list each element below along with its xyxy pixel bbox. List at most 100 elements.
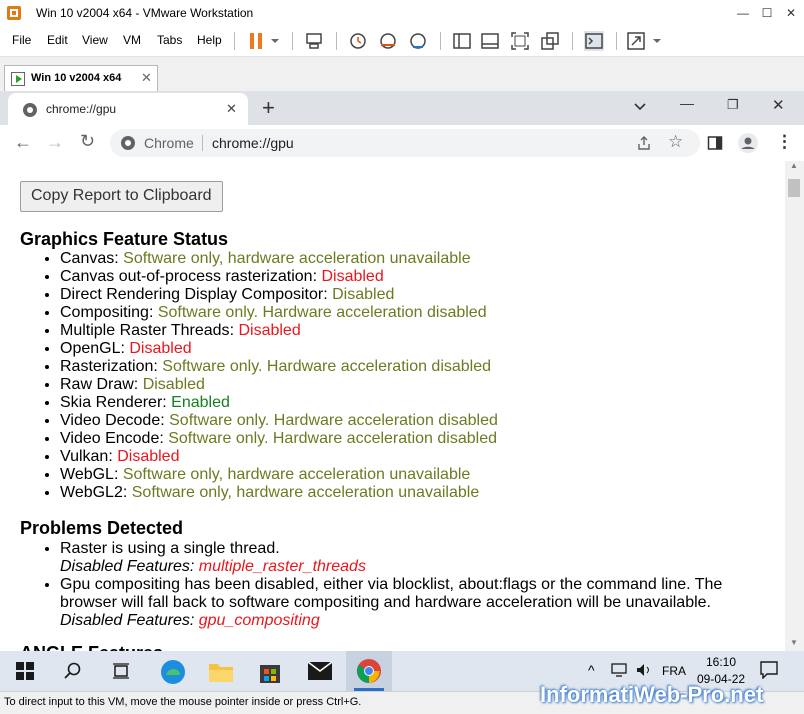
minimize-icon[interactable]: — (734, 4, 752, 22)
scrollbar-thumb[interactable] (788, 179, 800, 197)
file-explorer-icon[interactable] (208, 660, 234, 684)
page-content: Copy Report to Clipboard Graphics Featur… (0, 161, 785, 651)
feature-item: Raw Draw: Disabled (60, 376, 785, 394)
minimize-icon[interactable]: — (680, 95, 694, 111)
watermark-logo: InformatiWeb-Pro.net (540, 682, 764, 707)
disabled-feature-link[interactable]: multiple_raster_threads (199, 558, 366, 575)
console-view-icon[interactable] (584, 31, 604, 51)
feature-colon: : (108, 448, 118, 465)
send-ctrl-alt-del-icon[interactable] (304, 31, 324, 51)
notification-center-icon[interactable] (760, 661, 778, 679)
feature-name: Skia Renderer (60, 394, 163, 411)
snapshot-icon[interactable] (348, 31, 368, 51)
menu-edit[interactable]: Edit (47, 33, 68, 47)
feature-status: Software only. Hardware acceleration dis… (169, 412, 498, 429)
side-panel-icon[interactable] (707, 135, 723, 151)
feature-status: Disabled (142, 376, 205, 393)
show-hidden-icons-icon[interactable]: ^ (588, 662, 595, 678)
taskbar-chrome-active[interactable] (346, 651, 392, 691)
feature-status: Software only, hardware acceleration una… (123, 250, 471, 267)
profile-avatar-icon[interactable] (737, 132, 759, 154)
network-icon[interactable] (610, 663, 628, 677)
mail-icon[interactable] (307, 661, 333, 681)
page-scrollbar[interactable]: ▲ ▼ (785, 161, 804, 651)
close-tab-icon[interactable]: ✕ (141, 70, 152, 86)
vm-tab[interactable]: Win 10 v2004 x64 ✕ (4, 65, 158, 92)
pause-icon[interactable] (246, 31, 266, 51)
windows-start-icon[interactable] (16, 662, 34, 680)
toolbar-separator (616, 32, 617, 50)
feature-item: Rasterization: Software only. Hardware a… (60, 358, 785, 376)
share-icon[interactable] (636, 135, 652, 151)
feature-name: Canvas out-of-process rasterization (60, 268, 313, 285)
scroll-up-icon[interactable]: ▲ (790, 161, 798, 170)
volume-icon[interactable] (636, 663, 652, 677)
feature-item: Canvas out-of-process rasterization: Dis… (60, 268, 785, 286)
omnibox[interactable]: Chrome chrome://gpu ☆ (110, 129, 700, 157)
toolbar-separator (234, 32, 235, 50)
search-icon[interactable] (64, 662, 82, 680)
kebab-menu-icon[interactable]: ⋮ (776, 132, 793, 152)
feature-item: WebGL: Software only, hardware accelerat… (60, 466, 785, 484)
vm-tab-label: Win 10 v2004 x64 (31, 72, 122, 84)
menu-tabs[interactable]: Tabs (157, 33, 182, 47)
revert-snapshot-icon[interactable] (378, 31, 398, 51)
vmware-status-bar: To direct input to this VM, move the mou… (0, 682, 804, 714)
feature-colon: : (323, 286, 333, 303)
omnibox-url: chrome://gpu (212, 135, 294, 151)
back-icon[interactable]: ← (14, 132, 32, 153)
problems-list: Raster is using a single thread. Disable… (20, 540, 760, 630)
input-language[interactable]: FRA (662, 664, 686, 678)
close-icon[interactable]: ✕ (782, 4, 800, 22)
feature-name: Video Encode (60, 430, 160, 447)
clock-time[interactable]: 16:10 (706, 655, 736, 669)
chrome-tab-strip: chrome://gpu ✕ + — ❐ ✕ (0, 91, 804, 125)
bookmark-star-icon[interactable]: ☆ (668, 132, 683, 152)
stretch-guest-icon[interactable] (626, 31, 646, 51)
feature-status: Disabled (238, 322, 301, 339)
copy-report-button[interactable]: Copy Report to Clipboard (20, 181, 223, 212)
feature-name: OpenGL (60, 340, 121, 357)
feature-item: OpenGL: Disabled (60, 340, 785, 358)
menu-vm[interactable]: VM (123, 33, 141, 47)
microsoft-store-icon[interactable] (258, 659, 282, 685)
feature-item: Compositing: Software only. Hardware acc… (60, 304, 785, 322)
angle-features-heading: ANGLE Features (20, 643, 163, 651)
feature-colon: : (148, 304, 158, 321)
feature-item: WebGL2: Software only, hardware accelera… (60, 484, 785, 502)
task-view-icon[interactable] (112, 662, 130, 680)
menu-file[interactable]: File (12, 33, 31, 47)
scroll-down-icon[interactable]: ▼ (790, 638, 798, 647)
unity-icon[interactable] (540, 31, 560, 51)
edge-icon[interactable] (160, 659, 186, 685)
thumbnail-bar-icon[interactable] (480, 31, 500, 51)
maximize-icon[interactable]: ☐ (758, 4, 776, 22)
chevron-down-icon[interactable] (652, 38, 662, 44)
snapshot-manager-icon[interactable] (408, 31, 428, 51)
show-library-icon[interactable] (452, 31, 472, 51)
feature-colon: : (160, 412, 170, 429)
vm-tab-bar: Win 10 v2004 x64 ✕ (0, 57, 804, 92)
forward-icon[interactable]: → (46, 132, 64, 153)
disabled-feature-link[interactable]: gpu_compositing (199, 612, 320, 629)
disabled-features-label: Disabled Features: (60, 612, 195, 629)
feature-colon: : (114, 250, 124, 267)
feature-colon: : (159, 430, 169, 447)
new-tab-icon[interactable]: + (262, 95, 275, 121)
reload-icon[interactable]: ↻ (80, 131, 95, 152)
chrome-tab[interactable]: chrome://gpu ✕ (8, 93, 248, 125)
close-tab-icon[interactable]: ✕ (226, 101, 237, 117)
feature-status: Disabled (332, 286, 395, 303)
menu-help[interactable]: Help (197, 33, 222, 47)
close-icon[interactable]: ✕ (772, 96, 785, 114)
full-screen-icon[interactable] (510, 31, 530, 51)
chrome-toolbar: ← → ↻ Chrome chrome://gpu ☆ ⋮ (0, 125, 804, 162)
omnibox-site-chip: Chrome (144, 135, 194, 151)
chevron-down-icon[interactable] (270, 38, 280, 44)
feature-item: Direct Rendering Display Compositor: Dis… (60, 286, 785, 304)
vmware-logo-icon (7, 6, 21, 20)
restore-icon[interactable]: ❐ (727, 97, 739, 113)
feature-name: Rasterization (60, 358, 154, 375)
menu-view[interactable]: View (82, 33, 108, 47)
tab-search-icon[interactable] (634, 103, 646, 111)
